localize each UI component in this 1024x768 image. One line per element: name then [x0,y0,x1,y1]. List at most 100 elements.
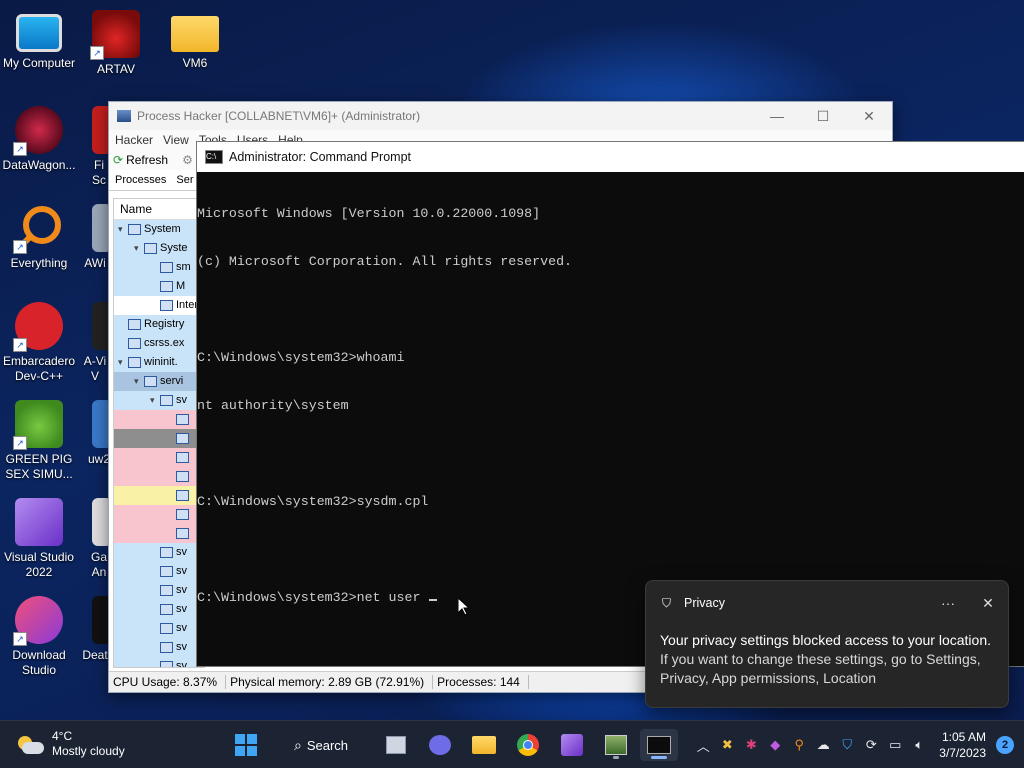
expand-chevron-icon[interactable]: ▾ [150,391,160,410]
minimize-button[interactable]: — [754,108,800,125]
process-icon [176,508,189,520]
options-icon[interactable]: ⚙ [182,153,193,167]
cloud-off-icon[interactable]: ☁ [811,737,835,753]
process-row[interactable]: ▾ Syste [114,239,204,258]
weather-widget[interactable]: 4°C Mostly cloudy [16,729,125,759]
taskbar-app-file-explorer[interactable] [470,729,498,761]
desktop-icon-visual-studio[interactable]: Visual Studio 2022 [0,498,84,580]
taskbar-app-process-hacker[interactable] [602,729,630,761]
text-cursor [429,599,438,601]
process-name: Syste [160,242,188,254]
maximize-button[interactable]: ☐ [800,108,846,125]
process-row[interactable]: sv [114,600,204,619]
process-row[interactable] [114,505,204,524]
network-icon[interactable]: ▭ [883,737,907,753]
start-button[interactable] [232,729,260,761]
console-line: C:\Windows\system32>net user [197,590,421,605]
desktop-icon-partial[interactable]: uw2 [78,400,108,467]
process-hacker-titlebar[interactable]: Process Hacker [COLLABNET\VM6]+ (Adminis… [109,102,892,130]
privacy-notification[interactable]: ⛉ Privacy ··· ✕ Your privacy settings bl… [645,580,1009,708]
shortcut-arrow-icon: ↗ [13,142,27,156]
process-row[interactable]: csrss.ex [114,334,204,353]
process-row[interactable]: M [114,277,204,296]
process-row[interactable]: sv [114,543,204,562]
desktop-icon-partial[interactable]: Deat [78,596,108,663]
process-row[interactable]: sv [114,657,204,667]
close-button[interactable]: ✕ [846,108,892,125]
notification-app-name: Privacy [684,596,725,610]
process-row[interactable] [114,448,204,467]
magnifier-icon[interactable]: ⚲ [787,737,811,753]
tab-processes[interactable]: Processes [115,174,166,186]
tray-app-icon[interactable]: ✱ [739,737,763,753]
process-row[interactable]: sv [114,638,204,657]
process-row[interactable]: ▾ sv [114,391,204,410]
process-row[interactable]: Registry [114,315,204,334]
process-row[interactable]: sv [114,562,204,581]
process-row[interactable]: sv [114,619,204,638]
task-view-button[interactable] [382,729,410,761]
chevron-up-icon[interactable]: ︿ [691,736,715,755]
process-row[interactable] [114,524,204,543]
desktop-icon-partial[interactable]: Fi Sc [78,106,108,188]
folder-icon [171,16,219,52]
desktop-icon-green-pig[interactable]: ↗ GREEN PIG SEX SIMU... [0,400,84,482]
process-row[interactable]: sv [114,581,204,600]
menu-hacker[interactable]: Hacker [115,133,153,147]
desktop-icon-download-studio[interactable]: ↗ Download Studio [0,596,84,678]
console-output[interactable]: Microsoft Windows [Version 10.0.22000.10… [197,172,1024,638]
tray-app-icon[interactable]: ✖ [715,737,739,753]
close-notification-button[interactable]: ✕ [968,595,1008,612]
process-row[interactable]: ▾ System [114,220,204,239]
sync-icon[interactable]: ⟳ [859,737,883,753]
expand-chevron-icon[interactable]: ▾ [118,220,128,239]
cmd-icon [647,736,671,754]
taskbar-app-command-prompt[interactable] [640,729,678,761]
refresh-button[interactable]: Refresh [126,153,168,167]
process-row[interactable]: sm [114,258,204,277]
process-name: sv [176,603,187,615]
volume-icon[interactable]: 🔈︎ [907,737,931,753]
process-icon [176,451,189,463]
expand-chevron-icon[interactable]: ▾ [118,353,128,372]
weather-condition: Mostly cloudy [52,744,125,758]
process-row[interactable] [114,429,204,448]
process-tree[interactable]: Name ▾ System ▾ Syste sm M Inter Registry csrss.… [113,198,205,668]
search-button[interactable]: ⌕ Search [286,729,356,761]
taskbar: 4°C Mostly cloudy ⌕ Search ︿ ✖ ✱ ◆ ⚲ ☁ ⛉… [0,720,1024,768]
process-icon [128,318,141,330]
notification-badge[interactable]: 2 [996,736,1014,754]
process-row[interactable] [114,467,204,486]
tray-app-icon[interactable]: ◆ [763,737,787,753]
process-row[interactable]: ▾ wininit. [114,353,204,372]
devcpp-icon: ↗ [13,302,63,352]
column-header-name[interactable]: Name [114,199,204,220]
desktop-icon-devcpp[interactable]: ↗ Embarcadero Dev-C++ [0,302,84,384]
taskbar-app-chrome[interactable] [514,729,542,761]
expand-chevron-icon[interactable]: ▾ [134,239,144,258]
process-row[interactable] [114,486,204,505]
desktop-icon-artav[interactable]: ↗ ARTAV [71,10,161,77]
process-row[interactable] [114,410,204,429]
desktop-icon-partial[interactable]: AWi [78,204,108,271]
taskbar-app-visual-studio[interactable] [558,729,586,761]
command-prompt-titlebar[interactable]: C:\ Administrator: Command Prompt [197,142,1024,172]
security-icon[interactable]: ⛉ [835,737,859,753]
taskbar-app-chat[interactable] [426,729,454,761]
process-name: Inter [176,299,199,311]
desktop-icon-datawagon[interactable]: ↗ DataWagon... [0,106,84,173]
clock[interactable]: 1:05 AM 3/7/2023 [939,729,986,761]
desktop-icon-partial[interactable]: Ga An [78,498,108,580]
menu-view[interactable]: View [163,133,189,147]
process-row[interactable]: Inter [114,296,204,315]
process-row[interactable]: ▾ servi [114,372,204,391]
folder-icon [472,736,496,754]
expand-chevron-icon[interactable]: ▾ [134,372,144,391]
more-options-button[interactable]: ··· [928,595,968,612]
desktop-icon-partial[interactable]: A-Vi V [78,302,108,384]
tab-services[interactable]: Ser [176,174,193,186]
cloudy-weather-icon [16,734,44,754]
desktop-icon-everything[interactable]: ↗ Everything [0,204,84,271]
desktop-icon-vm6[interactable]: VM6 [150,10,240,71]
